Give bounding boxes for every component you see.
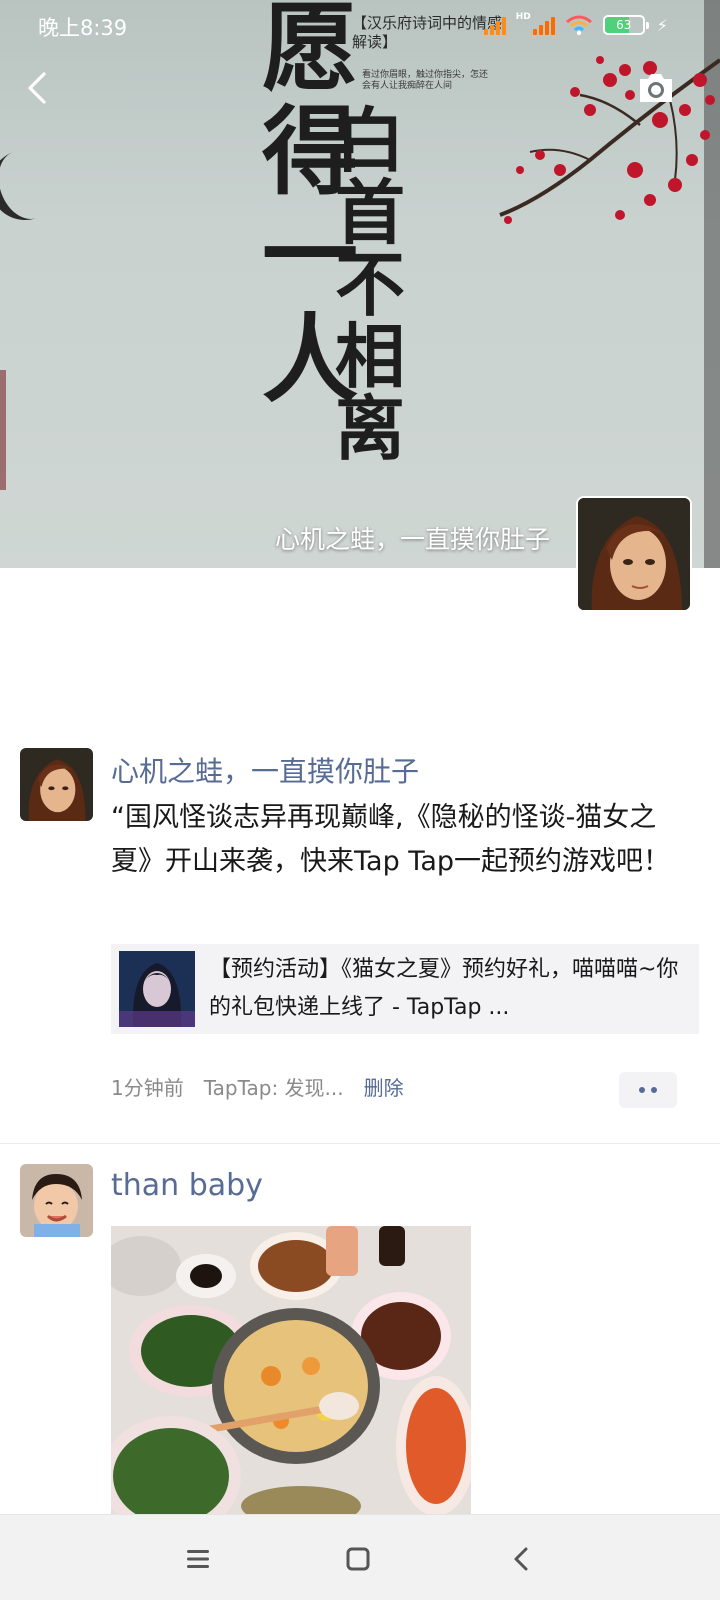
owner-avatar[interactable] [576, 496, 692, 612]
post-text: “国风怪谈志异再现巅峰,《隐秘的怪谈-猫女之夏》开山来袭，快来Tap Tap一起… [111, 802, 670, 877]
back-triangle-icon[interactable] [500, 1537, 544, 1581]
post-nickname[interactable]: than baby [111, 1168, 263, 1203]
network-badge: HD [515, 12, 531, 22]
cover-calligraphy-side: 白首不相离 [335, 99, 405, 470]
shared-link-card[interactable]: 【预约活动】《猫女之夏》预约好礼，喵喵喵~你的礼包快递上线了 - TapTap … [111, 944, 699, 1034]
post-nickname[interactable]: 心机之蛙，一直摸你肚子 [111, 750, 419, 790]
chevron-left-icon[interactable] [20, 70, 56, 106]
camera-icon[interactable] [636, 70, 676, 106]
signal-icon-2 [532, 15, 555, 35]
feed-post: than baby [0, 1164, 720, 1514]
status-bar: 晚上8:39 HD 63 ⚡ [0, 0, 720, 54]
system-navigation-bar [0, 1514, 720, 1600]
cover-edge-decoration [0, 370, 6, 490]
shared-link-thumbnail [119, 951, 195, 1027]
more-dots-icon[interactable] [619, 1072, 677, 1108]
avatar[interactable] [20, 1164, 93, 1237]
post-time: 1分钟前 [111, 1076, 184, 1100]
home-square-icon[interactable] [336, 1537, 380, 1581]
cover-image[interactable]: 愿得一人 白首不相离 【汉乐府诗词中的情感解读】 看过你眉眼，触过你指尖，怎还会… [0, 0, 720, 568]
status-time: 晚上8:39 [38, 16, 128, 40]
post-meta: 1分钟前 TapTap: 发现... 删除 [111, 1072, 404, 1101]
menu-icon[interactable] [176, 1537, 220, 1581]
wifi-icon [565, 15, 592, 36]
post-photo[interactable] [111, 1226, 471, 1514]
shared-link-title: 【预约活动】《猫女之夏》预约好礼，喵喵喵~你的礼包快递上线了 - TapTap … [209, 957, 679, 1020]
battery-icon: 63 [602, 15, 649, 35]
post-source[interactable]: TapTap: 发现... [204, 1072, 344, 1101]
signal-icon [483, 15, 506, 35]
cover-owner-name: 心机之蛙，一直摸你肚子 [274, 525, 550, 554]
feed-post: 心机之蛙，一直摸你肚子 “国风怪谈志异再现巅峰,《隐秘的怪谈-猫女之夏》开山来袭… [0, 738, 720, 1144]
delete-button[interactable]: 删除 [364, 1072, 404, 1101]
moon-graphic [0, 140, 70, 230]
avatar[interactable] [20, 748, 93, 821]
charging-icon: ⚡ [656, 15, 668, 35]
